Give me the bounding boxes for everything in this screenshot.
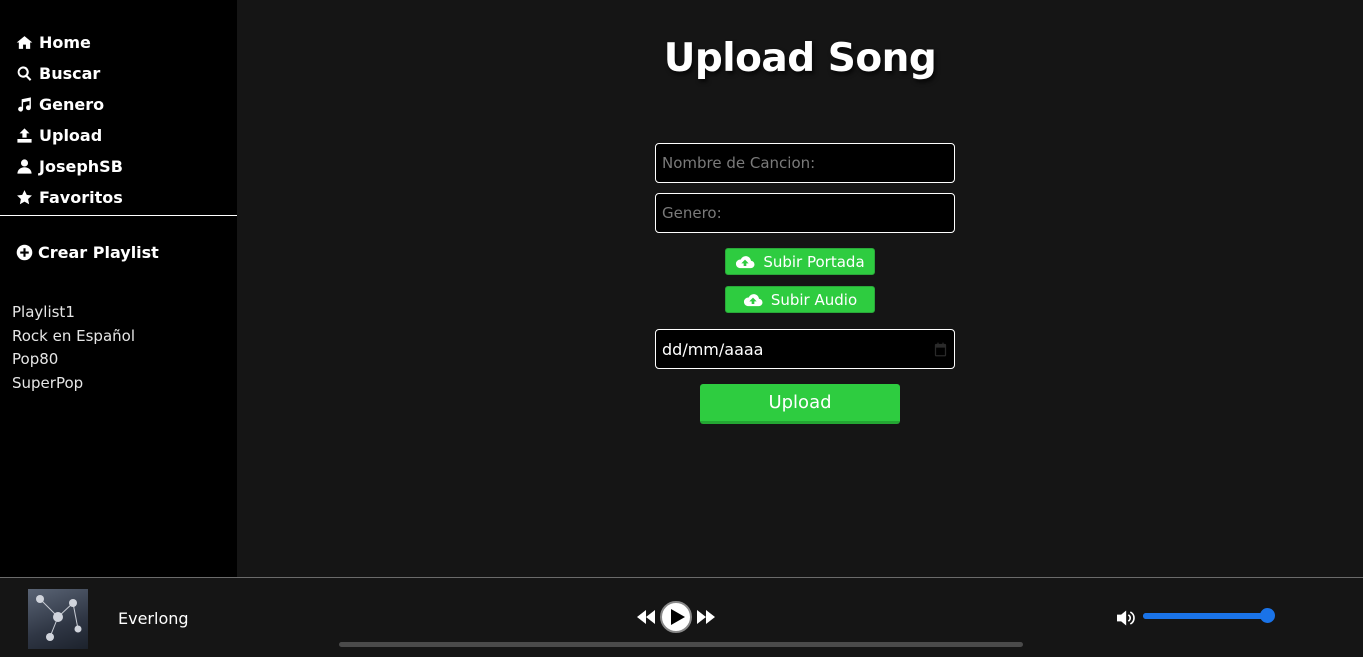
sidebar-item-label: JosephSB — [39, 157, 123, 176]
sidebar-item-genero[interactable]: Genero — [16, 89, 123, 120]
song-name-input[interactable] — [655, 143, 955, 183]
sidebar-item-label: Buscar — [39, 64, 101, 83]
player-bar: Everlong — [0, 577, 1363, 657]
upload-audio-button[interactable]: Subir Audio — [725, 286, 875, 313]
volume-fill — [1143, 613, 1268, 619]
main-content: Upload Song Subir Portada Subir Audio dd… — [237, 0, 1363, 577]
playlist-list: Playlist1 Rock en Español Pop80 SuperPop — [12, 301, 135, 395]
volume-icon — [1117, 610, 1135, 626]
sidebar-item-label: Favoritos — [39, 188, 123, 207]
album-cover — [28, 589, 88, 649]
sidebar-item-label: Home — [39, 33, 91, 52]
sidebar-divider — [0, 215, 237, 216]
upload-cover-label: Subir Portada — [763, 252, 865, 271]
calendar-icon[interactable] — [933, 342, 948, 357]
playlist-item[interactable]: Rock en Español — [12, 325, 135, 349]
playlist-item[interactable]: SuperPop — [12, 372, 135, 396]
create-playlist-label: Crear Playlist — [38, 243, 159, 262]
play-button[interactable] — [660, 601, 692, 633]
sidebar-item-favoritos[interactable]: Favoritos — [16, 182, 123, 213]
sidebar-item-label: Upload — [39, 126, 103, 145]
volume-slider-thumb[interactable] — [1260, 608, 1275, 623]
playlist-item[interactable]: Playlist1 — [12, 301, 135, 325]
home-icon — [16, 34, 36, 52]
release-date-input[interactable]: dd/mm/aaaa — [655, 329, 955, 369]
playback-controls — [636, 599, 716, 635]
song-progress-bar[interactable] — [339, 642, 1023, 647]
upload-icon — [16, 127, 36, 145]
upload-audio-label: Subir Audio — [770, 290, 858, 309]
sidebar-item-label: Genero — [39, 95, 105, 114]
sidebar-item-upload[interactable]: Upload — [16, 120, 123, 151]
sidebar: Home Buscar Genero Upload JosephSB Favor… — [0, 0, 237, 577]
sidebar-item-home[interactable]: Home — [16, 27, 123, 58]
music-note-icon — [16, 96, 36, 114]
user-icon — [16, 158, 36, 176]
fast-forward-icon — [697, 610, 715, 624]
volume-button[interactable] — [1117, 609, 1137, 627]
sidebar-nav: Home Buscar Genero Upload JosephSB Favor… — [16, 27, 123, 213]
search-icon — [16, 65, 36, 83]
page-title: Upload Song — [663, 36, 937, 81]
app: Home Buscar Genero Upload JosephSB Favor… — [0, 0, 1363, 657]
play-icon — [670, 609, 685, 625]
plus-circle-icon — [16, 244, 38, 261]
upload-cover-button[interactable]: Subir Portada — [725, 248, 875, 275]
sidebar-item-user[interactable]: JosephSB — [16, 151, 123, 182]
fast-forward-button[interactable] — [696, 610, 716, 624]
genre-input[interactable] — [655, 193, 955, 233]
volume-slider[interactable] — [1143, 608, 1275, 623]
rewind-button[interactable] — [636, 610, 656, 624]
cloud-upload-icon — [743, 292, 771, 308]
cloud-upload-icon — [735, 254, 763, 270]
date-placeholder: dd/mm/aaaa — [662, 339, 764, 359]
upload-submit-button[interactable]: Upload — [700, 384, 900, 424]
playlist-item[interactable]: Pop80 — [12, 348, 135, 372]
now-playing-title: Everlong — [118, 609, 189, 628]
star-icon — [16, 189, 36, 207]
sidebar-item-buscar[interactable]: Buscar — [16, 58, 123, 89]
rewind-icon — [637, 610, 655, 624]
album-art-image — [36, 595, 82, 641]
create-playlist-button[interactable]: Crear Playlist — [16, 243, 159, 262]
